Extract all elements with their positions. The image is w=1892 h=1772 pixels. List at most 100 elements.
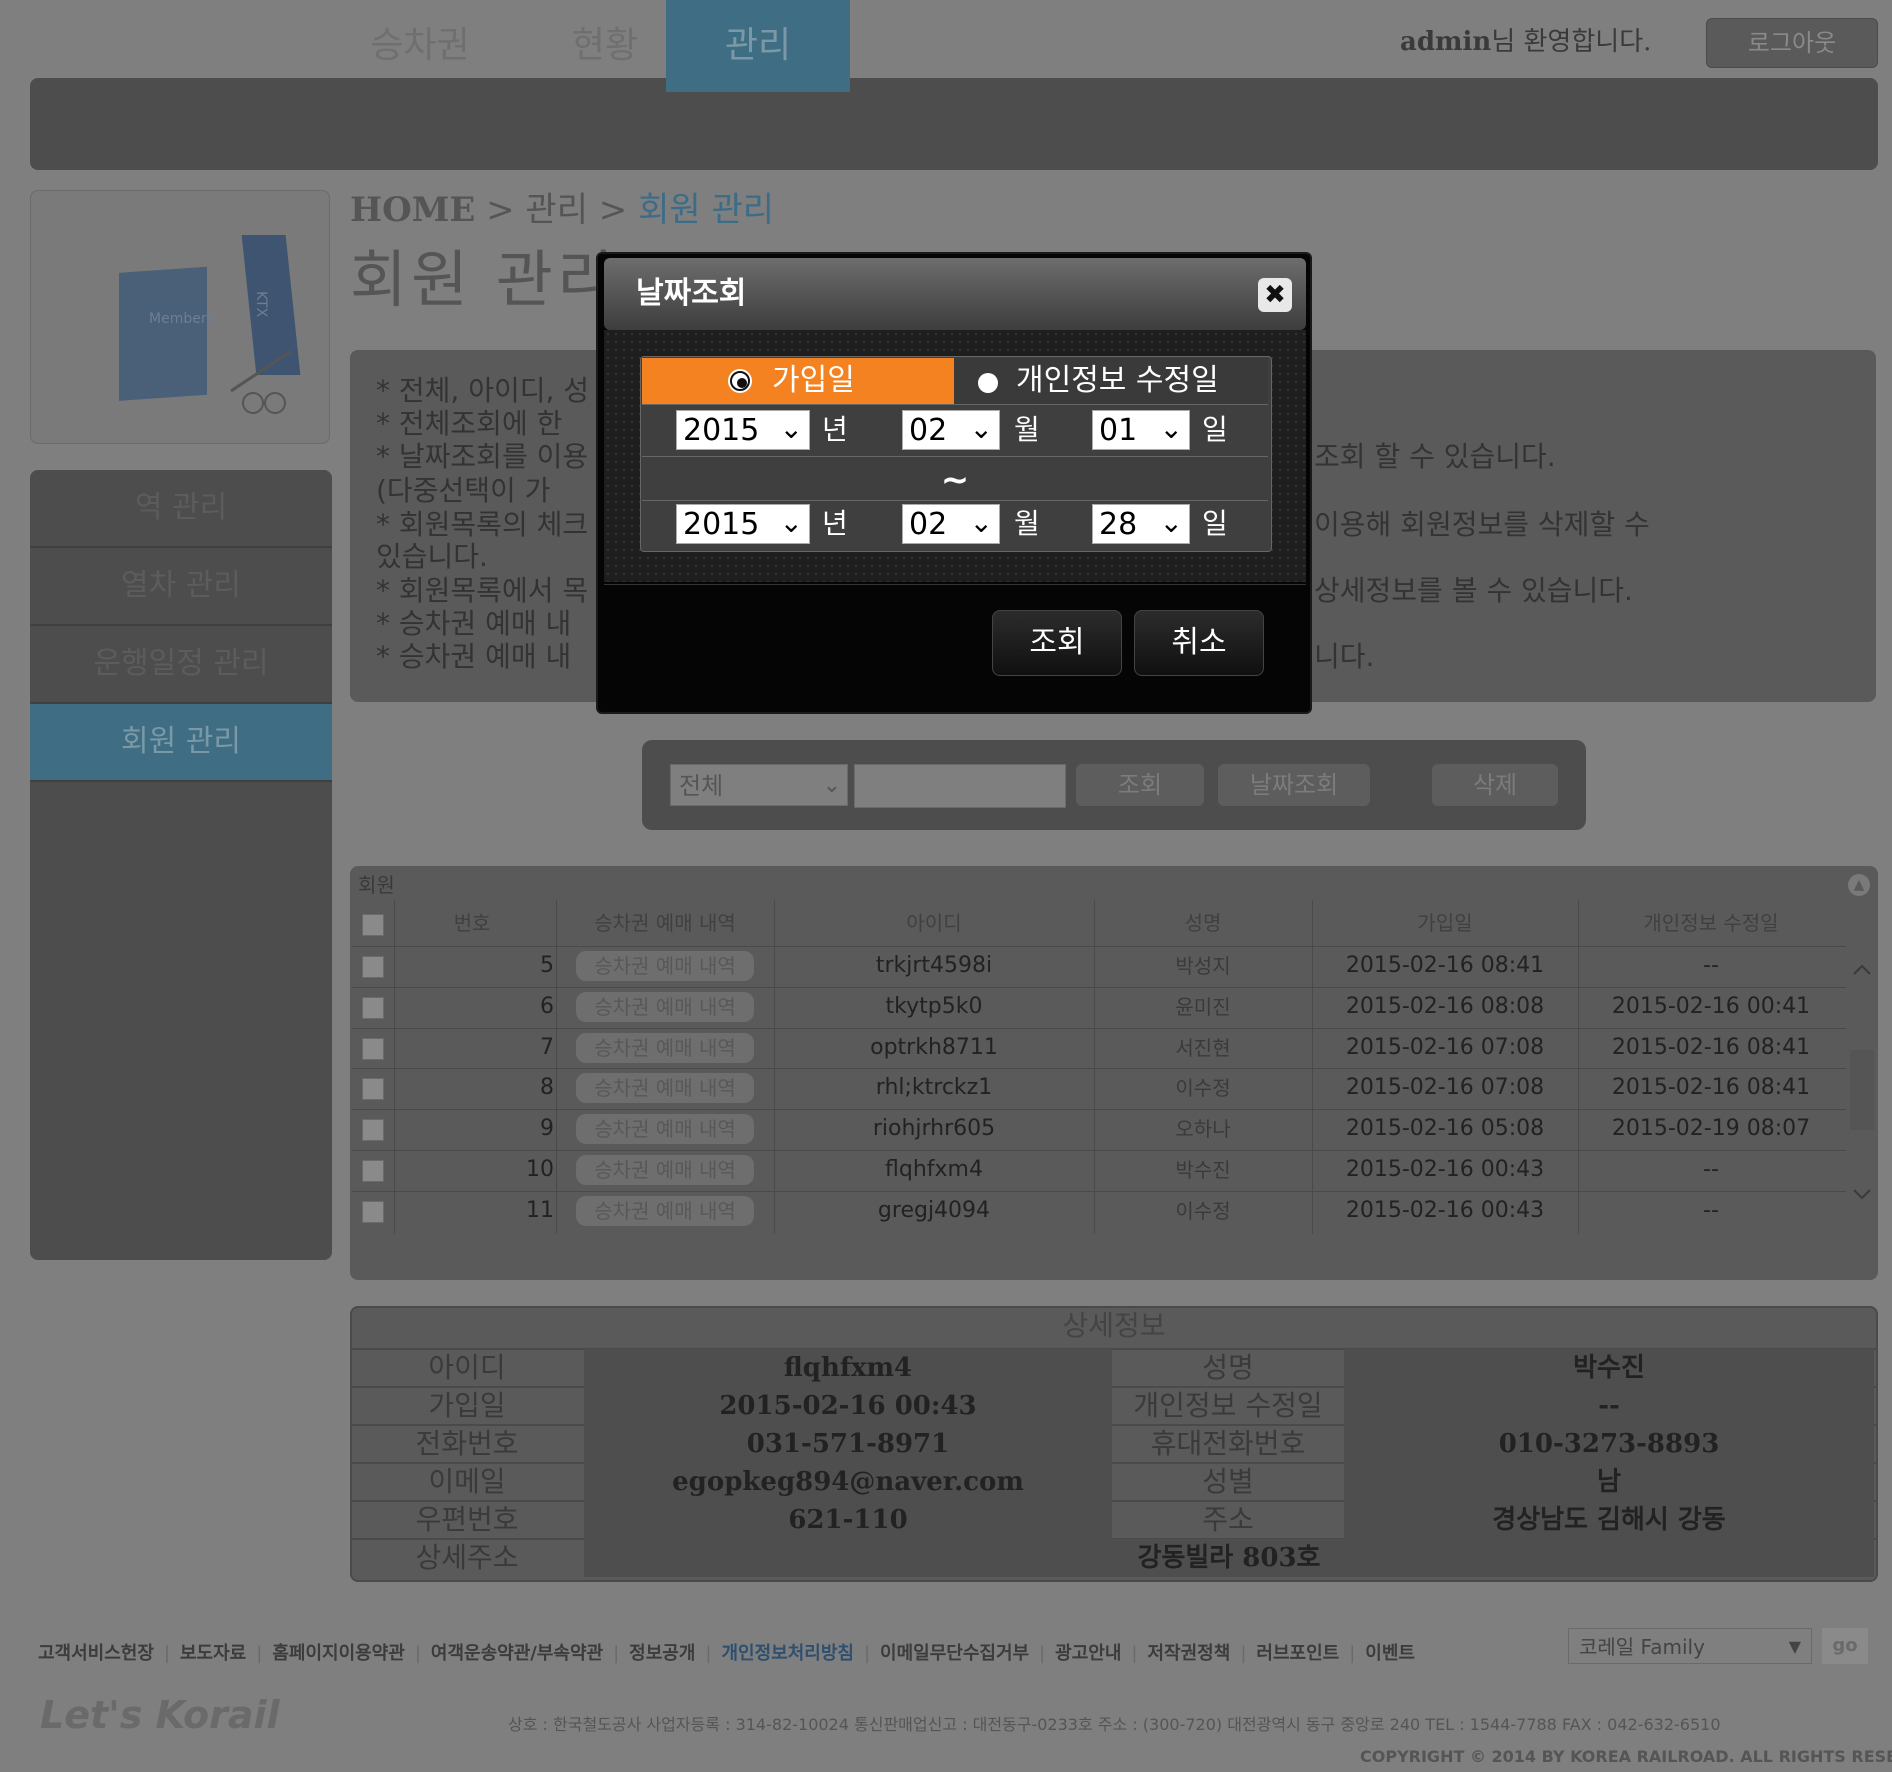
side-menu: 역 관리 열차 관리 운행일정 관리 회원 관리 (30, 470, 332, 1260)
select-all-checkbox[interactable] (362, 914, 384, 936)
breadcrumb-section[interactable]: 관리 (525, 190, 588, 230)
info-line: * 회원목록의 체크 (376, 508, 589, 541)
ticket-history-button[interactable]: 승차권 예매 내역 (576, 1196, 754, 1226)
footer-link[interactable]: 정보공개 (629, 1643, 695, 1664)
unit-day: 일 (1202, 413, 1228, 446)
ticket-history-button[interactable]: 승차권 예매 내역 (576, 992, 754, 1022)
scroll-down-icon (1853, 1189, 1871, 1200)
company-info: 상호 : 한국철도공사 사업자등록 : 314-82-10024 통신판매업신고… (508, 1715, 1721, 1734)
unit-year: 년 (822, 413, 848, 446)
to-month-value: 02 (909, 507, 948, 542)
search-input[interactable] (854, 764, 1066, 808)
cell-no: 8 (540, 1075, 554, 1100)
footer-link[interactable]: 개인정보처리방침 (721, 1643, 853, 1664)
detail-value-name: 박수진 (1344, 1349, 1874, 1387)
col-header-joined: 가입일 (1417, 911, 1473, 935)
footer-link[interactable]: 고객서비스헌장 (38, 1643, 154, 1664)
detail-value-joined: 2015-02-16 00:43 (584, 1387, 1112, 1425)
link-separator: | (256, 1643, 263, 1664)
unit-year: 년 (822, 507, 848, 540)
cell-name: 박성지 (1175, 954, 1231, 978)
link-separator: | (414, 1643, 421, 1664)
row-checkbox[interactable] (362, 1038, 384, 1060)
chevron-down-icon: ⌄ (969, 506, 993, 539)
from-month-select[interactable]: 02 ⌄ (902, 410, 1000, 450)
cell-name: 박수진 (1175, 1158, 1231, 1182)
cell-no: 6 (540, 994, 554, 1019)
row-checkbox[interactable] (362, 1201, 384, 1223)
modal-title: 날짜조회 (636, 276, 747, 311)
caret-down-icon: ▼ (1788, 1637, 1801, 1656)
go-button[interactable]: go (1822, 1628, 1868, 1664)
col-header-no: 번호 (453, 911, 491, 935)
modal-cancel-button[interactable]: 취소 (1134, 610, 1264, 676)
search-button[interactable]: 조회 (1076, 764, 1204, 806)
radio-join-date[interactable] (730, 371, 750, 391)
to-year-select[interactable]: 2015 ⌄ (676, 504, 810, 544)
to-month-select[interactable]: 02 ⌄ (902, 504, 1000, 544)
col-header-history: 승차권 예매 내역 (594, 911, 736, 935)
logout-button[interactable]: 로그아웃 (1706, 18, 1878, 68)
side-item-train[interactable]: 열차 관리 (30, 548, 332, 626)
scrollbar-thumb[interactable] (1850, 1050, 1874, 1130)
footer-link[interactable]: 이메일무단수집거부 (880, 1643, 1029, 1664)
cell-joined: 2015-02-16 07:08 (1345, 1075, 1545, 1100)
from-year-value: 2015 (683, 413, 760, 448)
footer-link[interactable]: 보도자료 (180, 1643, 246, 1664)
ticket-history-button[interactable]: 승차권 예매 내역 (576, 1033, 754, 1063)
row-checkbox[interactable] (362, 1119, 384, 1141)
link-separator: | (1240, 1643, 1247, 1664)
to-day-select[interactable]: 28 ⌄ (1092, 504, 1190, 544)
footer-link[interactable]: 여객운송약관/부속약관 (431, 1643, 603, 1664)
ticket-history-button[interactable]: 승차권 예매 내역 (576, 1073, 754, 1103)
row-checkbox[interactable] (362, 1078, 384, 1100)
from-day-select[interactable]: 01 ⌄ (1092, 410, 1190, 450)
detail-label-zip: 우편번호 (415, 1503, 519, 1536)
cell-no: 7 (540, 1035, 554, 1060)
detail-value-modified: -- (1344, 1387, 1874, 1425)
footer-link[interactable]: 이벤트 (1365, 1643, 1415, 1664)
top-navbar (30, 78, 1878, 170)
collapse-icon[interactable]: ▲ (1848, 874, 1870, 896)
delete-button[interactable]: 삭제 (1432, 764, 1558, 806)
date-search-button[interactable]: 날짜조회 (1218, 764, 1370, 806)
detail-label-phone: 전화번호 (415, 1427, 519, 1460)
ticket-history-button[interactable]: 승차권 예매 내역 (576, 1114, 754, 1144)
close-icon[interactable]: ✖ (1258, 278, 1292, 312)
cell-joined: 2015-02-16 05:08 (1345, 1116, 1545, 1141)
nav-manage[interactable]: 관리 (666, 0, 850, 92)
chevron-down-icon: ⌄ (779, 506, 803, 539)
footer-link[interactable]: 광고안내 (1055, 1643, 1121, 1664)
cell-joined: 2015-02-16 08:41 (1345, 953, 1545, 978)
info-line: 있습니다. (376, 540, 488, 573)
side-item-station[interactable]: 역 관리 (30, 470, 332, 548)
korail-logo[interactable]: KORAIL (40, 18, 249, 74)
info-line: * 승차권 예매 내 (376, 640, 572, 673)
ticket-history-button[interactable]: 승차권 예매 내역 (576, 951, 754, 981)
cell-name: 오하나 (1175, 1117, 1231, 1141)
breadcrumb-home[interactable]: HOME (350, 190, 475, 230)
footer-link[interactable]: 러브포인트 (1256, 1643, 1339, 1664)
cell-modified: -- (1703, 953, 1719, 978)
cell-modified: 2015-02-19 08:07 (1611, 1116, 1811, 1141)
side-item-schedule[interactable]: 운행일정 관리 (30, 626, 332, 704)
cell-name: 윤미진 (1175, 995, 1231, 1019)
ticket-history-button[interactable]: 승차권 예매 내역 (576, 1155, 754, 1185)
info-line: 이용해 회원정보를 삭제할 수 (1314, 508, 1650, 541)
cell-joined: 2015-02-16 07:08 (1345, 1035, 1545, 1060)
row-checkbox[interactable] (362, 997, 384, 1019)
cell-id: tkytp5k0 (885, 994, 983, 1019)
footer-link[interactable]: 홈페이지이용약관 (272, 1643, 404, 1664)
search-type-select[interactable]: 전체 ⌄ (670, 764, 848, 806)
modal-search-button[interactable]: 조회 (992, 610, 1122, 676)
info-line: * 승차권 예매 내 (376, 607, 572, 640)
family-site-select[interactable]: 코레일 Family ▼ (1568, 1628, 1812, 1664)
side-item-members[interactable]: 회원 관리 (30, 704, 332, 782)
footer-link[interactable]: 저작권정책 (1148, 1643, 1231, 1664)
members-illustration: Members KTX (30, 190, 330, 444)
from-year-select[interactable]: 2015 ⌄ (676, 410, 810, 450)
radio-modified-date[interactable] (978, 373, 998, 393)
nav-ticket[interactable]: 승차권 (320, 0, 520, 92)
row-checkbox[interactable] (362, 956, 384, 978)
row-checkbox[interactable] (362, 1160, 384, 1182)
